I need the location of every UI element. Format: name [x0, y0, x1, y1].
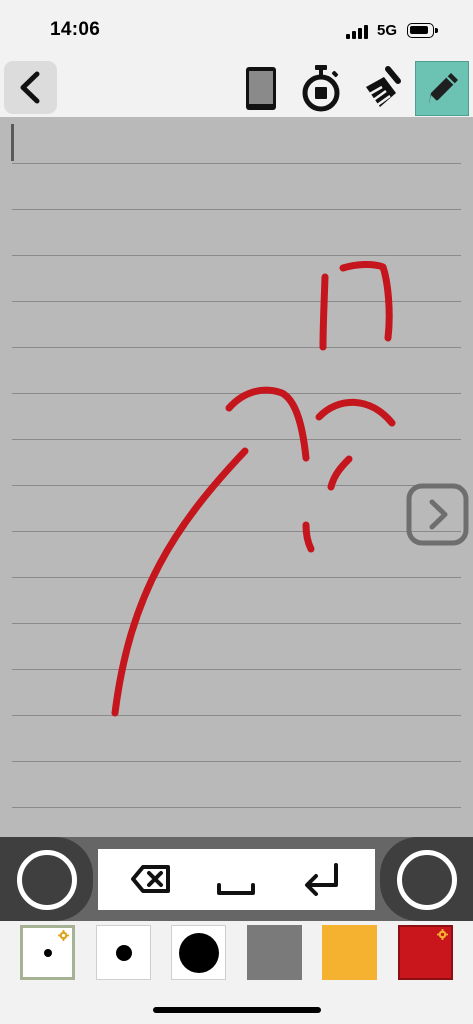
pen-size-large-button[interactable]	[171, 925, 226, 980]
space-key[interactable]	[214, 859, 258, 899]
backspace-icon	[131, 865, 170, 893]
pen-tool-button[interactable]	[415, 61, 469, 116]
ink-stroke	[339, 261, 393, 342]
pen-size-medium-button[interactable]	[96, 925, 151, 980]
network-type: 5G	[377, 22, 398, 39]
large-dot-icon	[179, 933, 219, 973]
chevron-left-icon	[20, 71, 40, 104]
status-time: 14:06	[50, 19, 101, 40]
ink-stroke	[327, 455, 353, 491]
broom-icon	[366, 66, 401, 108]
home-indicator	[153, 1007, 321, 1013]
left-mode-button[interactable]	[0, 837, 93, 921]
small-dot-icon	[44, 949, 52, 957]
color-gray-button[interactable]	[247, 925, 302, 980]
ink-stroke	[225, 386, 310, 462]
edit-keys-panel	[98, 849, 375, 910]
stopwatch-icon	[302, 65, 340, 112]
ink-stroke	[315, 398, 396, 427]
device-preview-button[interactable]	[234, 61, 288, 116]
ink-stroke	[319, 273, 329, 351]
status-bar: 14:06 5G	[0, 0, 473, 60]
timer-button[interactable]	[294, 61, 348, 116]
color-red-button[interactable]	[398, 925, 453, 980]
backspace-key[interactable]	[129, 859, 173, 899]
cellular-signal-icon	[346, 25, 372, 39]
pen-size-small-button[interactable]	[20, 925, 75, 980]
pencil-icon	[429, 73, 458, 103]
back-button[interactable]	[4, 61, 57, 114]
color-orange-button[interactable]	[322, 925, 377, 980]
writing-canvas[interactable]	[0, 117, 473, 837]
gear-icon[interactable]	[58, 930, 69, 941]
space-icon	[217, 883, 255, 895]
ink-stroke	[302, 521, 315, 553]
return-key[interactable]	[300, 859, 344, 899]
return-icon	[305, 863, 338, 896]
handwriting-strokes	[111, 261, 396, 717]
right-mode-button[interactable]	[380, 837, 473, 921]
phone-icon	[246, 67, 276, 110]
medium-dot-icon	[116, 945, 132, 961]
battery-icon	[407, 23, 438, 38]
chevron-right-icon	[406, 483, 469, 546]
circle-icon	[397, 850, 457, 910]
gear-icon[interactable]	[437, 929, 448, 940]
circle-icon	[17, 850, 77, 910]
clear-button[interactable]	[354, 61, 408, 116]
next-page-button[interactable]	[406, 483, 469, 546]
ink-stroke	[111, 447, 249, 717]
